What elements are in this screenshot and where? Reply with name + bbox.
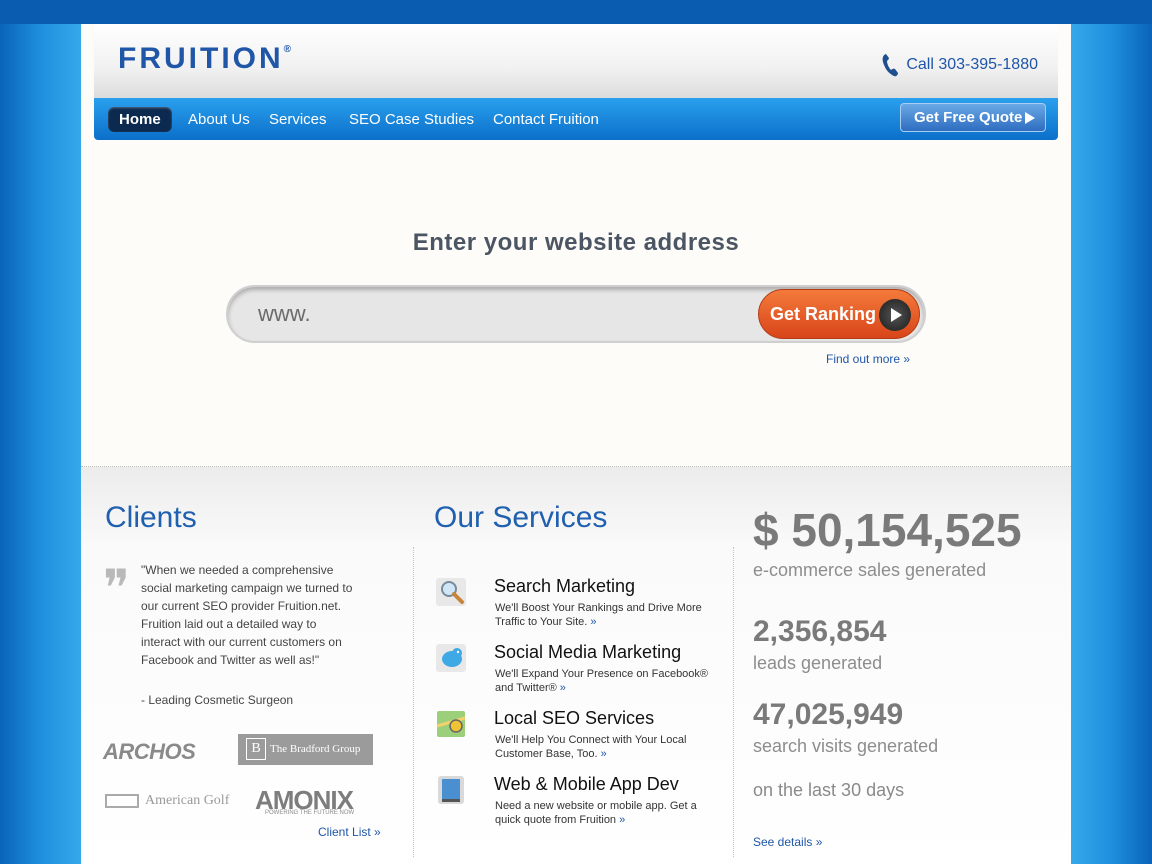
services-title: Our Services <box>434 501 608 534</box>
find-out-more-link[interactable]: Find out more » <box>826 352 910 366</box>
service-desc: We'll Help You Connect with Your Local C… <box>495 733 710 761</box>
client-logo-american-golf: American Golf <box>105 793 229 809</box>
website-address-input[interactable] <box>258 297 738 331</box>
amonix-tagline: POWERING THE FUTURE NOW <box>265 810 355 816</box>
service-desc-text: Need a new website or mobile app. Get a … <box>495 800 697 826</box>
quote-icon: ❞ <box>103 560 130 616</box>
map-icon <box>436 711 466 737</box>
header: FRUITION® Call 303-395-1880 <box>94 24 1058 98</box>
american-golf-name: American Golf <box>145 793 230 808</box>
clients-title: Clients <box>105 501 197 534</box>
bird-icon <box>436 644 466 672</box>
column-divider <box>733 547 734 857</box>
website-search-box: Get Ranking <box>226 285 926 343</box>
client-logo-bradford: B The Bradford Group <box>238 734 373 765</box>
nav-about-us[interactable]: About Us <box>177 107 261 132</box>
nav-bar: Home About Us Services SEO Case Studies … <box>94 98 1058 140</box>
more-link[interactable]: » <box>560 682 566 694</box>
get-free-quote-label: Get Free Quote <box>914 109 1023 126</box>
service-desc: We'll Expand Your Presence on Facebook® … <box>495 667 710 695</box>
client-list-link[interactable]: Client List » <box>318 825 381 839</box>
phone-icon <box>882 54 899 77</box>
logo-text: FRUITION <box>118 42 284 75</box>
phone-number[interactable]: Call 303-395-1880 <box>906 56 1038 74</box>
more-link[interactable]: » <box>601 748 607 760</box>
service-desc-text: We'll Expand Your Presence on Facebook® … <box>495 668 709 694</box>
testimonial-text: "When we needed a comprehensive social m… <box>141 563 353 667</box>
visits-label: search visits generated <box>753 736 939 756</box>
lower-section: Clients ❞ "When we needed a comprehensiv… <box>81 466 1071 864</box>
magnifier-icon <box>436 578 466 606</box>
play-arrow-icon <box>1025 112 1035 124</box>
bradford-name: The Bradford Group <box>270 743 361 755</box>
logo[interactable]: FRUITION® <box>118 42 291 76</box>
american-golf-flag-icon <box>105 793 139 808</box>
service-desc-text: We'll Boost Your Rankings and Drive More… <box>495 602 702 628</box>
nav-services[interactable]: Services <box>258 107 338 132</box>
get-ranking-label: Get Ranking <box>770 304 877 324</box>
phone-contact: Call 303-395-1880 <box>880 52 1038 78</box>
more-link[interactable]: » <box>590 616 596 628</box>
see-details-link[interactable]: See details » <box>753 835 822 849</box>
stats-period: on the last 30 days <box>753 780 905 800</box>
get-free-quote-button[interactable]: Get Free Quote <box>900 103 1046 132</box>
service-desc-text: We'll Help You Connect with Your Local C… <box>495 734 687 760</box>
bradford-monogram-icon: B <box>246 738 266 760</box>
mobile-device-icon <box>438 776 464 804</box>
visits-figure: 47,025,949 <box>753 698 904 731</box>
get-ranking-button[interactable]: Get Ranking <box>758 289 920 339</box>
service-desc: Need a new website or mobile app. Get a … <box>495 799 710 827</box>
testimonial-author: - Leading Cosmetic Surgeon <box>141 693 294 707</box>
nav-seo-case-studies[interactable]: SEO Case Studies <box>338 107 485 132</box>
service-title[interactable]: Social Media Marketing <box>494 642 681 663</box>
sales-label: e-commerce sales generated <box>753 560 987 580</box>
service-desc: We'll Boost Your Rankings and Drive More… <box>495 601 710 629</box>
hero-title: Enter your website address <box>412 229 740 256</box>
nav-contact-fruition[interactable]: Contact Fruition <box>482 107 610 132</box>
sales-figure: $ 50,154,525 <box>753 504 1022 556</box>
more-link[interactable]: » <box>619 814 625 826</box>
service-title[interactable]: Local SEO Services <box>494 708 654 729</box>
nav-home[interactable]: Home <box>108 107 172 132</box>
client-logo-archos: ARCHOS <box>103 739 196 764</box>
leads-label: leads generated <box>753 653 883 673</box>
column-divider <box>413 547 414 857</box>
service-title[interactable]: Search Marketing <box>494 576 635 597</box>
leads-figure: 2,356,854 <box>753 615 887 648</box>
page-container: FRUITION® Call 303-395-1880 Home About U… <box>81 24 1071 864</box>
top-strip <box>0 0 1152 24</box>
service-title[interactable]: Web & Mobile App Dev <box>494 774 679 795</box>
play-icon <box>879 299 911 331</box>
registered-mark: ® <box>283 44 292 55</box>
